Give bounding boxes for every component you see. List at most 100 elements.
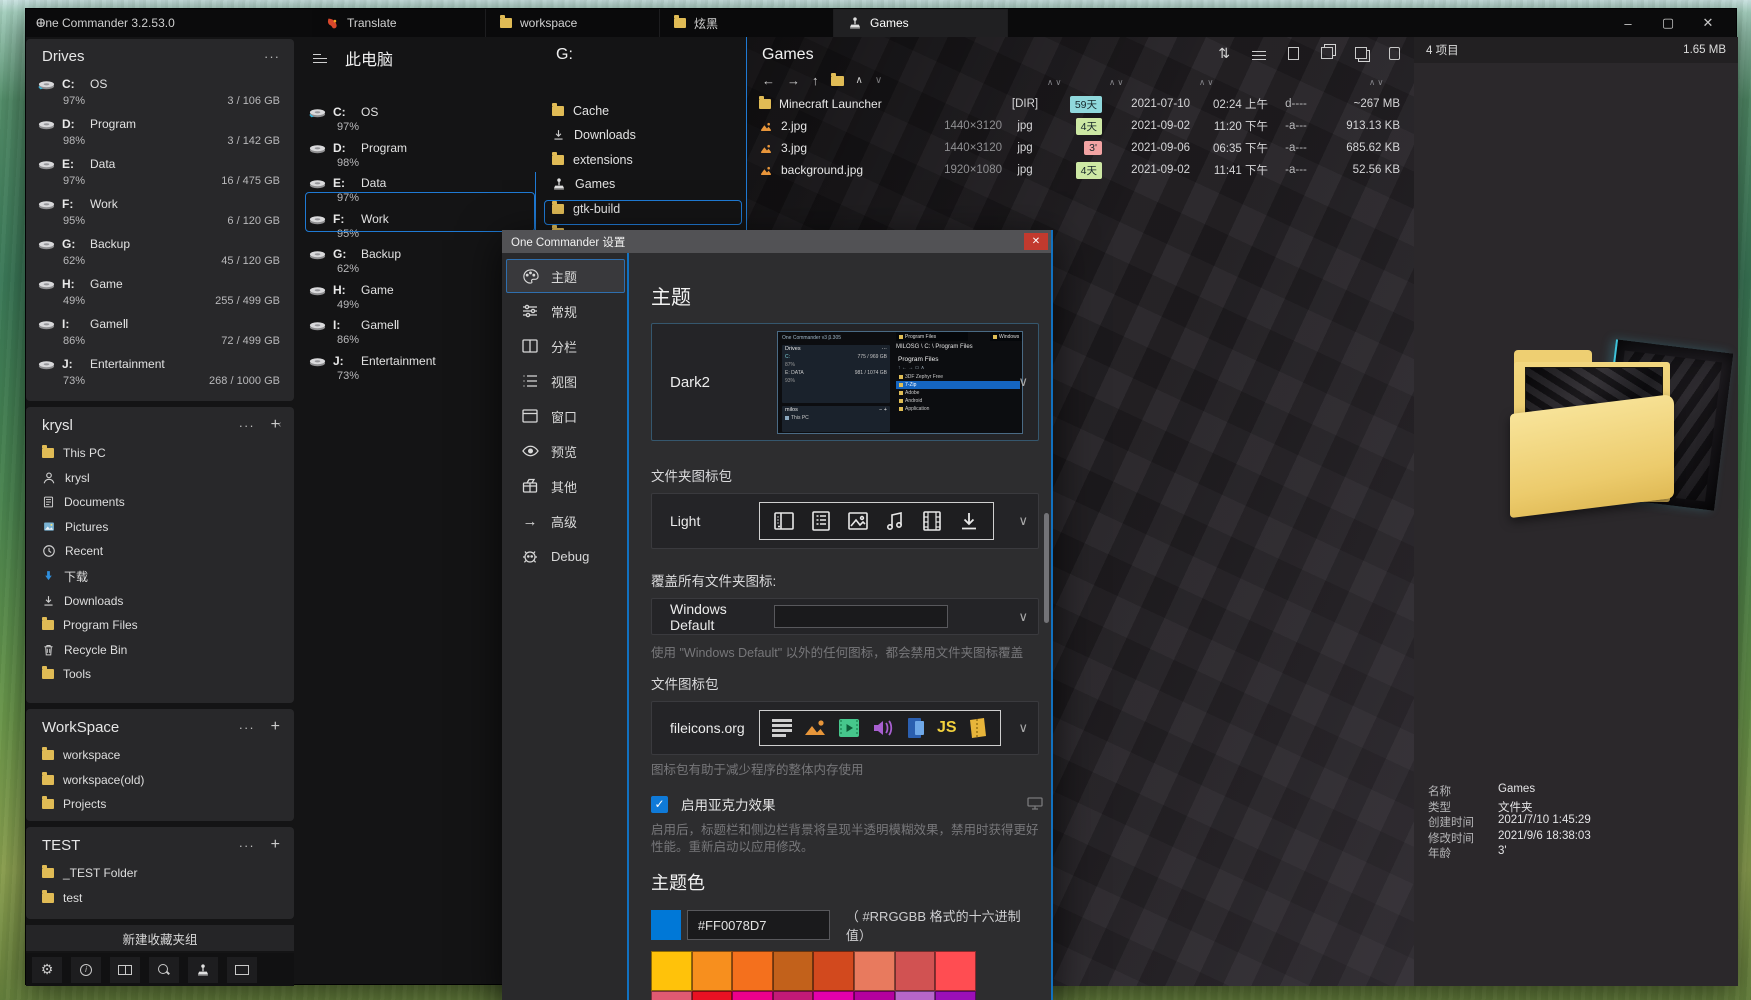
file-row-2.jpg[interactable]: 2.jpg1440×3120jpg4天2021-09-0211:20 下午-a-… [747,115,1414,137]
palette-swatch[interactable] [895,991,936,1000]
settings-tab-主题[interactable]: 主题 [506,259,625,293]
settings-tab-窗口[interactable]: 窗口 [506,399,625,433]
back-icon[interactable]: ← [762,73,775,88]
workspace-menu-button[interactable]: ··· [239,720,255,735]
column-menu-icon[interactable] [313,51,327,66]
maximize-button[interactable]: ▢ [1648,9,1688,37]
test-add-button[interactable]: + [271,836,280,854]
settings-tab-其他[interactable]: 其他 [506,469,625,503]
dialog-scrollbar[interactable] [1044,513,1049,623]
settings-tab-高级[interactable]: →高级 [506,504,625,538]
window-titlebar[interactable]: One Commander 3.2.53.0 Translateworkspac… [26,9,1736,37]
view-list-icon[interactable] [1252,48,1266,63]
favorite-Recycle Bin[interactable]: Recycle Bin [26,638,294,662]
copy-icon[interactable] [1321,47,1333,59]
g-item-extensions[interactable]: extensions [552,148,740,171]
layout-icon[interactable] [227,957,257,983]
file-row-background.jpg[interactable]: background.jpg1920×1080jpg4天2021-09-0211… [747,159,1414,181]
palette-swatch[interactable] [651,991,692,1000]
sort-chevrons-dims[interactable]: ∧∨ [1047,77,1063,88]
new-favorites-group-button[interactable]: 新建收藏夹组 [26,925,294,951]
palette-swatch[interactable] [895,951,936,991]
settings-tab-Debug[interactable]: Debug [506,539,625,573]
favorite-krysl[interactable]: krysl [26,466,294,490]
palette-swatch[interactable] [854,991,895,1000]
dual-pane-icon[interactable] [110,957,140,983]
palette-swatch[interactable] [935,951,976,991]
favorite-This PC[interactable]: This PC [26,441,294,465]
tab-workspace[interactable]: workspace [486,9,660,37]
tab-炫黑[interactable]: 炫黑 [660,9,834,37]
palette-swatch[interactable] [692,951,733,991]
override-selector[interactable]: Windows Default ∨ [651,598,1039,635]
sort-chevrons-size[interactable]: ∧∨ [1369,77,1385,88]
drive-row-E[interactable]: E:Data97%16 / 475 GB [26,153,294,193]
favorite-Documents[interactable]: Documents [26,490,294,514]
collapse-chevron-icon[interactable]: ‹ [278,419,281,430]
settings-tab-常规[interactable]: 常规 [506,294,625,328]
duplicate-icon[interactable] [1355,47,1367,59]
joystick-icon[interactable] [188,957,218,983]
file-row-3.jpg[interactable]: 3.jpg1440×3120jpg3'2021-09-0606:35 下午-a-… [747,137,1414,159]
drive-row-H[interactable]: H:Game49%255 / 499 GB [26,273,294,313]
settings-tab-预览[interactable]: 预览 [506,434,625,468]
palette-swatch[interactable] [935,991,976,1000]
drives-menu-button[interactable]: ··· [264,49,280,64]
forward-icon[interactable]: → [787,73,800,88]
up-icon[interactable]: ↑ [812,73,819,88]
favorite-Downloads[interactable]: Downloads [26,589,294,613]
folder-history-icon[interactable] [831,76,844,86]
drive-row-F[interactable]: F:Work95%6 / 120 GB [26,193,294,233]
folder-pack-dropdown-icon[interactable]: ∨ [1018,513,1028,529]
thispc-row-G[interactable]: G:Backup62% [309,245,534,280]
drive-row-D[interactable]: D:Program98%3 / 142 GB [26,113,294,153]
paste-icon[interactable] [1389,47,1400,60]
tab-Translate[interactable]: Translate [312,9,486,37]
sort-icon[interactable]: ⇅ [1218,45,1230,63]
workspace-add-button[interactable]: + [271,718,280,736]
acrylic-checkbox[interactable]: ✓ [651,796,668,813]
palette-swatch[interactable] [692,991,733,1000]
palette-swatch[interactable] [854,951,895,991]
theme-selector[interactable]: Dark2 One Commander v3 β.305 Program Fil… [651,323,1039,441]
theme-dropdown-icon[interactable]: ∨ [1018,374,1028,390]
file-row-Minecraft Launcher[interactable]: Minecraft Launcher[DIR]59天2021-07-1002:2… [747,93,1414,115]
palette-swatch[interactable] [773,991,814,1000]
palette-swatch[interactable] [732,951,773,991]
test-item-test[interactable]: test [26,886,294,910]
dialog-close-button[interactable]: ✕ [1024,233,1048,250]
sort-chevrons-type[interactable]: ∧∨ [1109,77,1125,88]
minimize-button[interactable]: – [1608,9,1648,37]
favorites-menu-button[interactable]: ··· [239,418,255,433]
search-icon[interactable] [149,957,179,983]
drive-row-G[interactable]: G:Backup62%45 / 120 GB [26,233,294,273]
settings-icon[interactable]: ⚙ [32,957,62,983]
g-item-Games[interactable]: Games [552,173,740,196]
g-item-Downloads[interactable]: Downloads [552,124,740,147]
drive-row-J[interactable]: J:Entertainment73%268 / 1000 GB [26,353,294,393]
favorite-Program Files[interactable]: Program Files [26,613,294,637]
new-file-icon[interactable] [1288,47,1299,60]
workspace-item-workspace(old)[interactable]: workspace(old) [26,768,294,792]
thispc-row-H[interactable]: H:Game49% [309,281,534,316]
file-pack-dropdown-icon[interactable]: ∨ [1018,720,1028,736]
thispc-row-D[interactable]: D:Program98% [309,139,534,174]
settings-tab-视图[interactable]: 视图 [506,364,625,398]
thispc-row-I[interactable]: I:GameⅡ86% [309,316,534,351]
file-pack-selector[interactable]: fileicons.org JS ∨ [651,701,1039,755]
dialog-titlebar[interactable]: One Commander 设置 ✕ [502,230,1051,253]
workspace-item-Projects[interactable]: Projects [26,792,294,816]
theme-color-input[interactable] [687,910,830,940]
drive-row-I[interactable]: I:GameⅡ86%72 / 499 GB [26,313,294,353]
favorite-Recent[interactable]: Recent [26,539,294,563]
favorite-Pictures[interactable]: Pictures [26,515,294,539]
test-item-_TEST Folder[interactable]: _TEST Folder [26,861,294,885]
thispc-row-C[interactable]: C:OS97% [309,103,534,138]
favorite-Tools[interactable]: Tools [26,662,294,686]
g-item-Cache[interactable]: Cache [552,99,740,122]
workspace-item-workspace[interactable]: workspace [26,743,294,767]
tab-Games[interactable]: Games [834,9,1008,37]
palette-swatch[interactable] [732,991,773,1000]
palette-swatch[interactable] [651,951,692,991]
theme-color-swatch[interactable] [651,910,681,940]
